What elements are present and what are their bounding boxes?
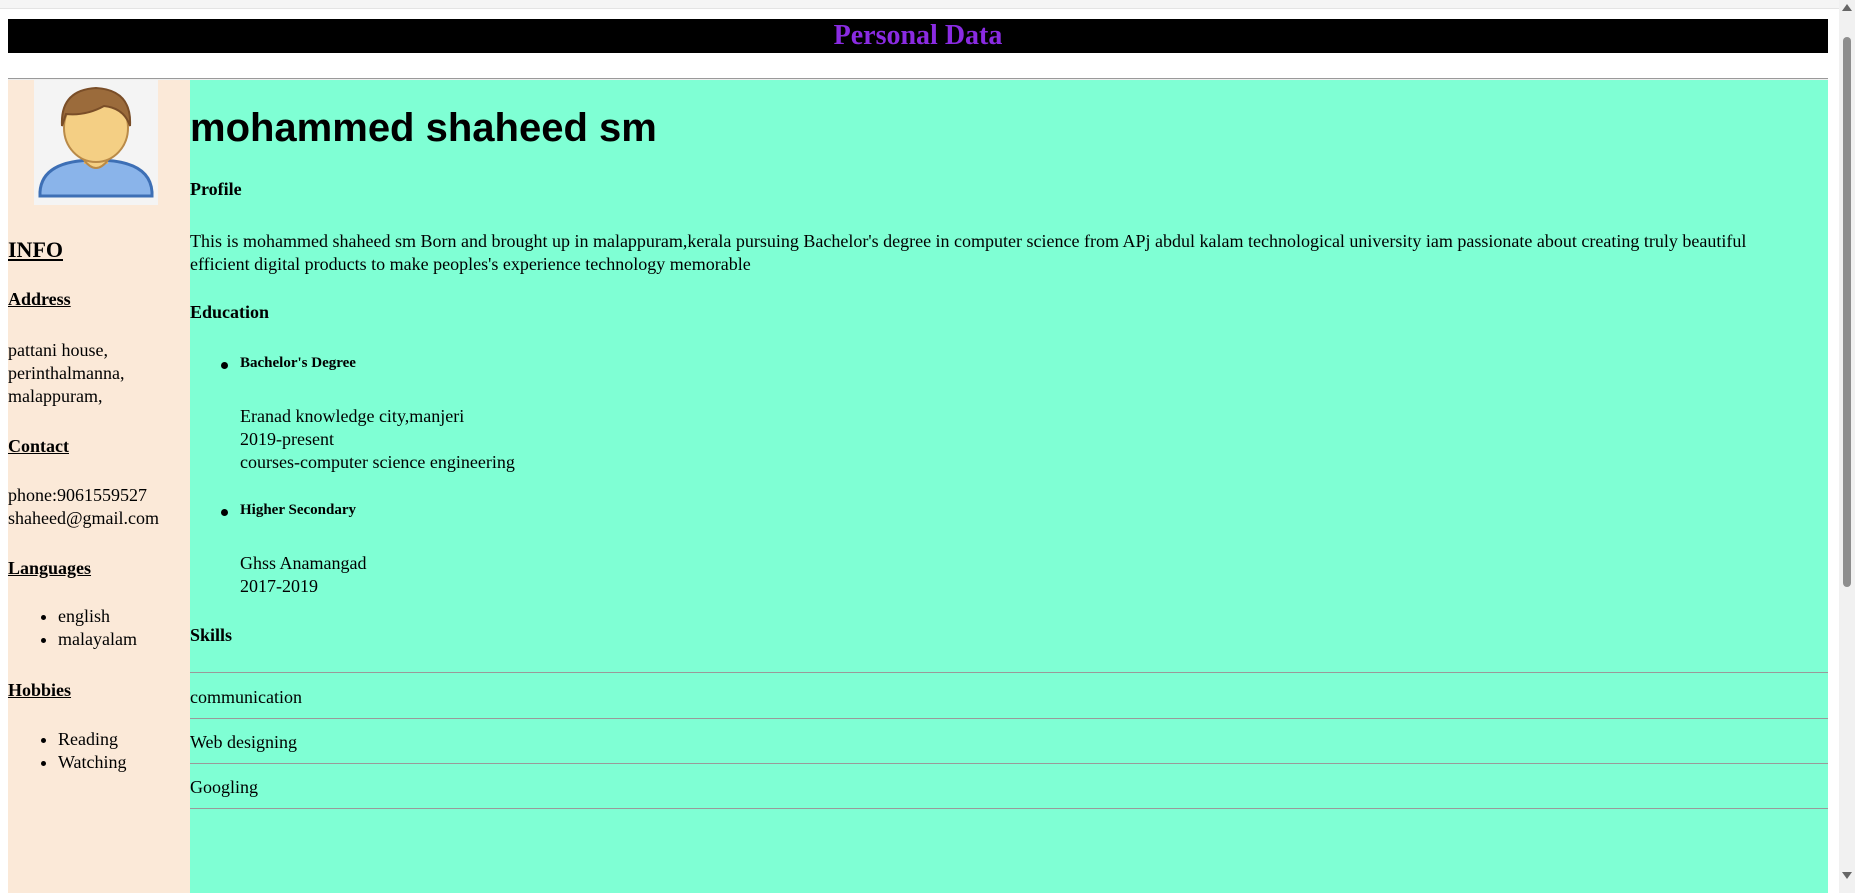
skill-name: communication	[190, 687, 302, 707]
address-line: perinthalmanna,	[8, 363, 125, 383]
skill-row: Web designing	[190, 721, 1828, 764]
address-heading: Address	[8, 289, 71, 309]
hobby-item: Reading	[58, 728, 127, 751]
education-line: Eranad knowledge city,manjeri	[240, 406, 465, 426]
scroll-thumb[interactable]	[1843, 37, 1851, 587]
profile-heading: Profile	[190, 179, 242, 199]
contact-heading: Contact	[8, 436, 69, 456]
education-title: Bachelor's Degree	[240, 355, 356, 371]
education-heading: Education	[190, 302, 270, 322]
education-line: 2019-present	[240, 429, 334, 449]
hobbies-list: Reading Watching	[8, 728, 127, 774]
scroll-up-icon[interactable]	[1842, 4, 1852, 11]
info-heading: INFO	[8, 237, 63, 262]
phone-number: phone:9061559527	[8, 485, 147, 505]
skills-table-top	[190, 672, 1828, 673]
education-line: courses-computer science engineering	[240, 452, 515, 472]
language-item: malayalam	[58, 628, 137, 651]
user-avatar-icon	[34, 80, 158, 205]
address-line: pattani house,	[8, 340, 108, 360]
page-title: Personal Data	[8, 19, 1828, 53]
education-details: Ghss Anamangad 2017-2019	[240, 552, 366, 598]
scroll-down-icon[interactable]	[1842, 872, 1852, 879]
education-details: Eranad knowledge city,manjeri 2019-prese…	[240, 405, 515, 474]
browser-top-edge	[0, 0, 1839, 9]
person-name: mohammed shaheed sm	[190, 106, 657, 150]
skill-row: Googling	[190, 766, 1828, 809]
education-line: 2017-2019	[240, 576, 318, 596]
skill-name: Web designing	[190, 732, 298, 752]
profile-text: This is mohammed shaheed sm Born and bro…	[190, 231, 1747, 274]
address-line: malappuram,	[8, 386, 103, 406]
sidebar: INFO Address pattani house, perinthalman…	[8, 80, 190, 893]
page-viewport: Personal Data INFO Address pattani house…	[0, 0, 1839, 893]
hobby-item: Watching	[58, 751, 127, 774]
bullet-icon	[221, 362, 228, 369]
address-text: pattani house, perinthalmanna, malappura…	[8, 339, 124, 408]
language-item: english	[58, 605, 137, 628]
vertical-scrollbar[interactable]	[1839, 0, 1855, 893]
skill-name: Googling	[190, 777, 259, 797]
education-title: Higher Secondary	[240, 502, 356, 518]
skill-row: communication	[190, 676, 1828, 719]
languages-heading: Languages	[8, 558, 92, 578]
bullet-icon	[221, 509, 228, 516]
languages-list: english malayalam	[8, 605, 137, 651]
education-line: Ghss Anamangad	[240, 553, 367, 573]
contact-text: phone:9061559527 shaheed@gmail.com	[8, 484, 159, 530]
skills-heading: Skills	[190, 625, 233, 645]
hobbies-heading: Hobbies	[8, 680, 72, 700]
email-address: shaheed@gmail.com	[8, 508, 160, 528]
